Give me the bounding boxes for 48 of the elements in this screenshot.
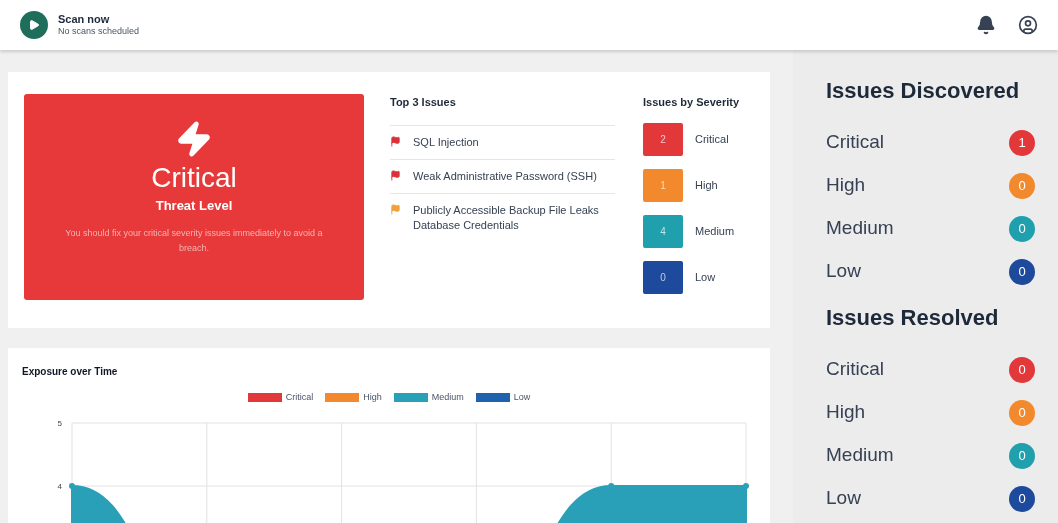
count-badge: 0 bbox=[1009, 356, 1035, 383]
severity-label: High bbox=[826, 173, 866, 198]
scan-title: Scan now bbox=[58, 12, 111, 27]
count-badge: 0 bbox=[1009, 485, 1035, 512]
count-badge: 0 bbox=[1009, 172, 1035, 199]
severity-label: Critical bbox=[826, 357, 885, 382]
legend-label: Medium bbox=[431, 391, 464, 404]
issue-link[interactable]: Publicly Accessible Backup File Leaks Database Credentials bbox=[413, 202, 615, 233]
severity-label: High bbox=[826, 400, 866, 425]
severity-label: Critical bbox=[826, 130, 885, 155]
severity-label: Medium bbox=[826, 216, 894, 241]
issue-link[interactable]: SQL Injection bbox=[413, 134, 479, 150]
severity-label: Medium bbox=[826, 443, 894, 468]
severity-label: Medium bbox=[695, 223, 735, 239]
severity-count: 1 bbox=[643, 168, 683, 202]
y-tick-label: 5 bbox=[57, 418, 62, 428]
count-badge: 0 bbox=[1009, 399, 1035, 426]
severity-label: High bbox=[695, 177, 718, 193]
section-title: Issues Discovered bbox=[826, 77, 1021, 105]
chart-title: Exposure over Time bbox=[22, 365, 119, 379]
count-badge: 0 bbox=[1009, 442, 1035, 469]
scan-now-button[interactable] bbox=[20, 11, 48, 39]
play-icon bbox=[28, 19, 40, 31]
count-badge: 0 bbox=[1009, 258, 1035, 285]
section-title: Issues Resolved bbox=[826, 304, 1000, 332]
scan-status: No scans scheduled bbox=[58, 26, 140, 38]
notifications-icon[interactable] bbox=[976, 15, 996, 35]
lightning-icon bbox=[175, 120, 213, 158]
threat-level-value: Critical bbox=[151, 164, 237, 192]
legend-label: High bbox=[363, 391, 382, 404]
severity-label: Low bbox=[695, 269, 716, 285]
threat-message: You should fix your critical severity issues immediately to avoid a breach. bbox=[64, 226, 324, 255]
account-icon[interactable] bbox=[1018, 15, 1038, 35]
count-badge: 1 bbox=[1009, 129, 1035, 156]
severity-count: 2 bbox=[643, 122, 683, 156]
count-badge: 0 bbox=[1009, 215, 1035, 242]
severity-label: Critical bbox=[695, 131, 729, 147]
severity-count: 4 bbox=[643, 214, 683, 248]
threat-level-label: Threat Level bbox=[155, 197, 233, 215]
severity-title: Issues by Severity bbox=[643, 95, 739, 110]
severity-label: Low bbox=[826, 486, 861, 511]
top-issues-title: Top 3 Issues bbox=[390, 95, 457, 110]
legend-label: Critical bbox=[285, 391, 314, 404]
issue-link[interactable]: Weak Administrative Password (SSH) bbox=[413, 168, 597, 184]
severity-count: 0 bbox=[643, 260, 683, 294]
severity-label: Low bbox=[826, 259, 861, 284]
y-tick-label: 4 bbox=[57, 481, 62, 491]
legend-label: Low bbox=[513, 391, 531, 404]
